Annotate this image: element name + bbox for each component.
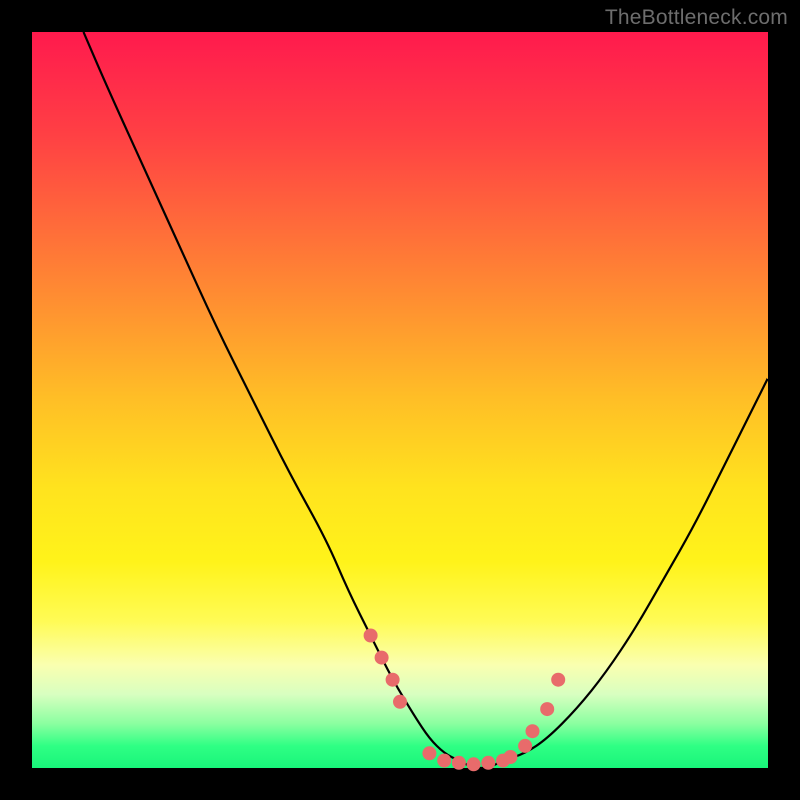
watermark-text: TheBottleneck.com: [605, 6, 788, 30]
bottleneck-curve: [84, 32, 769, 768]
curve-dot: [481, 756, 495, 770]
curve-dot: [386, 673, 400, 687]
curve-dot: [526, 724, 540, 738]
curve-dot: [518, 739, 532, 753]
curve-dot: [540, 702, 554, 716]
curve-dot: [422, 746, 436, 760]
curve-dot: [467, 757, 481, 771]
chart-stage: TheBottleneck.com: [0, 0, 800, 800]
curve-dot: [393, 695, 407, 709]
curve-dot: [364, 629, 378, 643]
curve-dot: [452, 756, 466, 770]
curve-dot: [551, 673, 565, 687]
curve-dot: [375, 651, 389, 665]
curve-dots: [364, 629, 566, 772]
curve-dot: [437, 754, 451, 768]
plot-area: [32, 32, 768, 768]
curve-dot: [503, 750, 517, 764]
chart-svg: [32, 32, 768, 768]
